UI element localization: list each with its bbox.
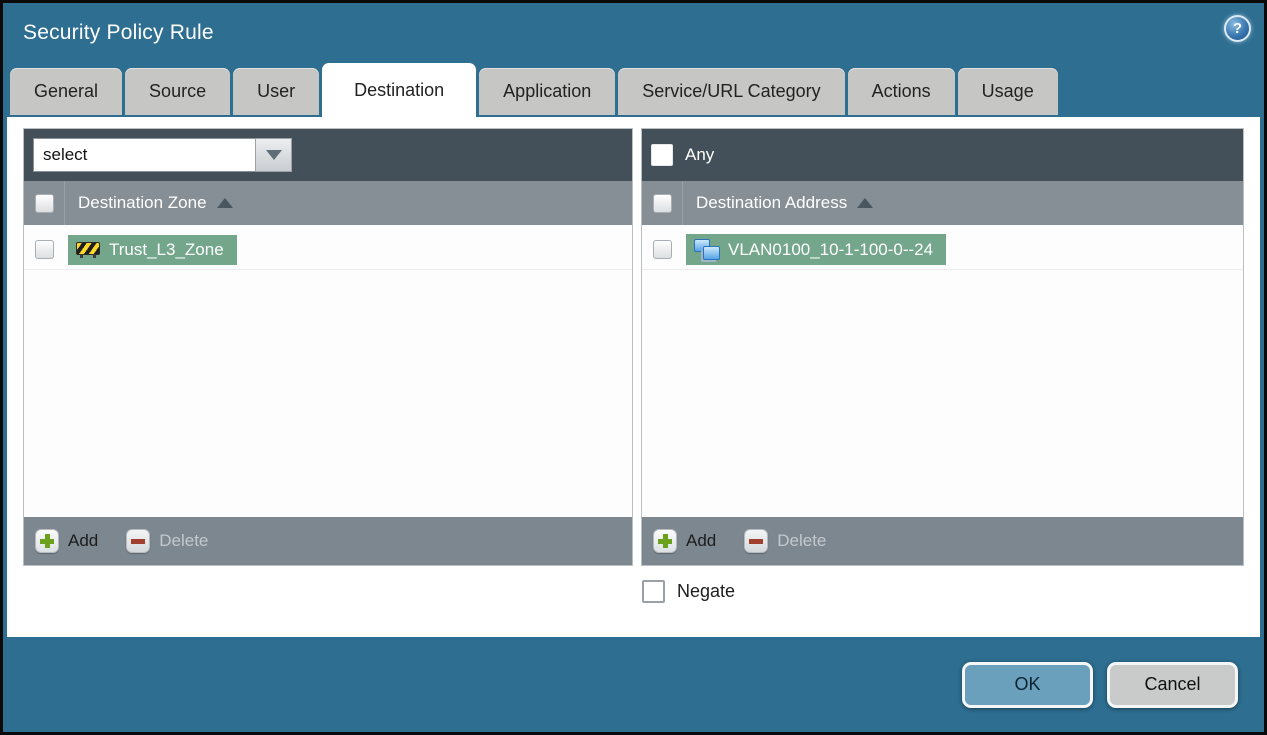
dialog-button-bar: OK Cancel <box>3 637 1264 732</box>
address-item-vlan0100[interactable]: VLAN0100_10-1-100-0--24 <box>686 234 947 265</box>
dialog-title: Security Policy Rule <box>23 21 214 44</box>
plus-icon <box>653 529 677 553</box>
chevron-down-icon <box>265 150 282 160</box>
address-row-checkbox-cell <box>642 240 682 259</box>
security-policy-rule-dialog: Security Policy Rule ? General Source Us… <box>0 0 1267 735</box>
cancel-button[interactable]: Cancel <box>1107 661 1238 708</box>
address-select-all-checkbox[interactable] <box>652 193 672 213</box>
zone-delete-button[interactable]: Delete <box>126 529 208 553</box>
zone-column-header: Destination Zone <box>24 181 632 225</box>
zone-column-label-cell[interactable]: Destination Zone <box>64 181 233 225</box>
address-delete-button[interactable]: Delete <box>744 529 826 553</box>
zone-add-label: Add <box>68 531 99 550</box>
zone-row-checkbox-cell <box>24 240 64 259</box>
zone-select-input[interactable] <box>33 138 255 172</box>
zone-list-body: Trust_L3_Zone <box>24 225 632 517</box>
zone-select-dropdown-button[interactable] <box>255 138 292 172</box>
tab-actions[interactable]: Actions <box>847 68 955 115</box>
any-label: Any <box>685 145 715 164</box>
dialog-titlebar: Security Policy Rule ? <box>3 3 1264 63</box>
zone-column-label: Destination Zone <box>78 193 207 212</box>
help-icon[interactable]: ? <box>1224 15 1251 42</box>
zone-row-checkbox[interactable] <box>34 240 54 259</box>
zone-add-button[interactable]: Add <box>35 529 98 553</box>
destination-zone-panel: Destination Zone Trust_L3_Zone <box>23 128 633 566</box>
panels-container: Destination Zone Trust_L3_Zone <box>7 117 1260 566</box>
zone-select-combo <box>33 138 292 172</box>
destination-address-panel: Any Destination Address VLAN0100_10-1-10… <box>641 128 1244 566</box>
address-column-label: Destination Address <box>696 193 848 212</box>
address-row-checkbox[interactable] <box>652 240 672 259</box>
zone-row: Trust_L3_Zone <box>24 230 632 270</box>
zone-icon <box>76 241 100 258</box>
sort-ascending-icon <box>857 198 874 208</box>
tab-user[interactable]: User <box>233 68 320 115</box>
address-delete-label: Delete <box>777 531 827 550</box>
address-row: VLAN0100_10-1-100-0--24 <box>642 230 1243 270</box>
tab-source[interactable]: Source <box>125 68 231 115</box>
minus-icon <box>744 529 769 553</box>
address-column-header: Destination Address <box>642 181 1243 225</box>
tab-application[interactable]: Application <box>479 68 616 115</box>
tab-service-url-category[interactable]: Service/URL Category <box>618 68 845 115</box>
minus-icon <box>126 529 151 553</box>
zone-item-label: Trust_L3_Zone <box>109 239 224 259</box>
zone-delete-label: Delete <box>159 531 209 550</box>
tab-usage[interactable]: Usage <box>957 68 1058 115</box>
destination-tab-content: Destination Zone Trust_L3_Zone <box>7 117 1260 637</box>
zone-item-trust-l3-zone[interactable]: Trust_L3_Zone <box>68 234 237 265</box>
address-toolbar: Any <box>642 129 1243 181</box>
any-checkbox[interactable] <box>651 144 673 166</box>
zone-footer: Add Delete <box>24 517 632 565</box>
address-item-label: VLAN0100_10-1-100-0--24 <box>728 239 934 259</box>
ok-button[interactable]: OK <box>962 661 1093 708</box>
negate-label: Negate <box>677 581 736 601</box>
tab-bar: General Source User Destination Applicat… <box>3 63 1264 117</box>
plus-icon <box>35 529 59 553</box>
zone-select-all-checkbox[interactable] <box>34 193 54 213</box>
address-add-button[interactable]: Add <box>653 529 716 553</box>
sort-ascending-icon <box>216 198 233 208</box>
address-footer: Add Delete <box>642 517 1243 565</box>
address-list-body: VLAN0100_10-1-100-0--24 <box>642 225 1243 517</box>
negate-checkbox[interactable] <box>642 580 665 603</box>
address-add-label: Add <box>686 531 717 550</box>
address-header-checkbox-cell <box>642 193 682 213</box>
address-column-label-cell[interactable]: Destination Address <box>682 181 874 225</box>
tab-general[interactable]: General <box>10 68 123 115</box>
tab-destination[interactable]: Destination <box>322 63 477 117</box>
network-computers-icon <box>694 239 720 260</box>
zone-header-checkbox-cell <box>24 193 64 213</box>
zone-toolbar <box>24 129 632 181</box>
negate-row: Negate <box>642 580 1260 603</box>
